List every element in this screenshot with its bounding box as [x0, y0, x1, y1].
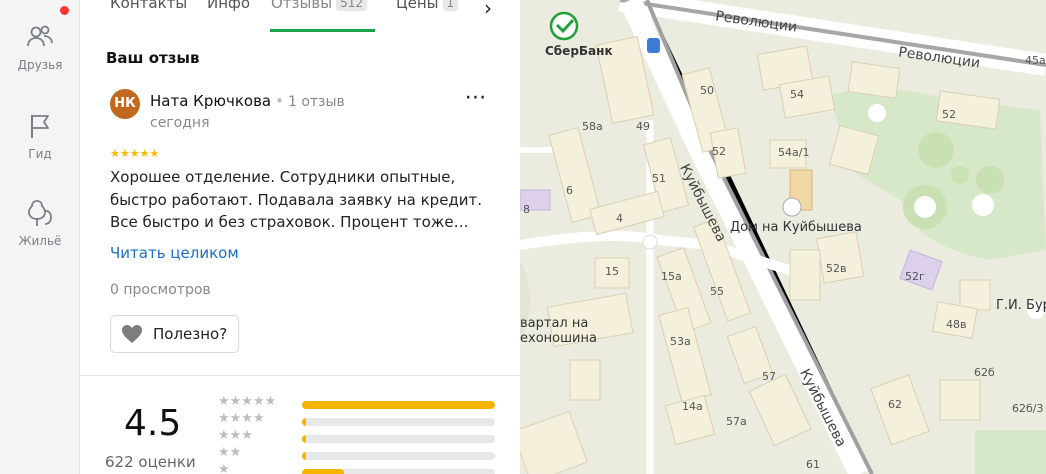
distribution-stars: ★★★★★: [218, 394, 277, 409]
distribution-row: ★★★★: [218, 411, 498, 429]
rail-item-friends[interactable]: Друзья: [0, 22, 80, 72]
house-number: 8: [523, 203, 530, 216]
tab-count: 1: [442, 0, 459, 11]
house-number: 57: [762, 370, 776, 383]
house-number: 61: [806, 458, 820, 471]
poi-label: вартал на: [520, 316, 589, 331]
distribution-stars: ★: [218, 462, 230, 474]
tab-label: Инфо: [207, 0, 251, 12]
house-number: 15а: [661, 270, 682, 283]
divider: [80, 375, 520, 376]
tab-label: Контакты: [110, 0, 188, 12]
distribution-fill: [302, 401, 495, 409]
distribution-track: [302, 452, 495, 460]
rail-item-guide[interactable]: Гид: [0, 111, 80, 161]
distribution-row: ★★★: [218, 428, 498, 446]
map-view[interactable]: СберБанк Революции Революции Куйбышева К…: [520, 0, 1046, 474]
left-rail: Друзья Гид Жильё: [0, 0, 80, 474]
rail-item-housing[interactable]: Жильё: [0, 198, 80, 248]
house-number: 52: [942, 108, 956, 121]
distribution-track: [302, 401, 495, 409]
distribution-fill: [302, 435, 306, 443]
avatar[interactable]: НК: [110, 89, 140, 119]
house-number: 15: [605, 265, 619, 278]
friends-icon: [27, 25, 53, 47]
house-number: 62: [888, 398, 902, 411]
bank-label[interactable]: СберБанк: [545, 44, 613, 58]
tab-contacts[interactable]: Контакты: [110, 0, 187, 12]
notification-dot: [60, 6, 69, 15]
house-number: 54: [790, 88, 804, 101]
house-number: 49: [636, 120, 650, 133]
distribution-row: ★★: [218, 445, 498, 463]
distribution-fill: [302, 469, 345, 474]
house-number: 55: [710, 285, 724, 298]
house-number: 52в: [826, 262, 847, 275]
distribution-stars: ★★★★: [218, 411, 265, 426]
useful-button[interactable]: Полезно?: [110, 315, 239, 353]
distribution-row: ★: [218, 462, 498, 474]
tab-label: Отзывы: [271, 0, 333, 12]
author-review-count: 1 отзыв: [287, 94, 345, 110]
distribution-track: [302, 469, 495, 474]
read-more-link[interactable]: Читать целиком: [110, 244, 239, 262]
reviews-panel: Контакты Инфо Отзывы 512 Цены 1 › Ваш отзы…: [80, 0, 520, 474]
distribution-fill: [302, 452, 306, 460]
rail-item-label: Друзья: [17, 58, 63, 72]
house-number: 57а: [726, 415, 747, 428]
map-canvas: [520, 0, 1046, 474]
rating-value: 4.5: [124, 403, 182, 444]
distribution-track: [302, 435, 495, 443]
house-number: 50: [700, 84, 714, 97]
house-number: 62б: [974, 366, 995, 379]
rating-count: 622 оценки: [105, 453, 196, 471]
house-number: 52: [712, 145, 726, 158]
distribution-fill: [302, 418, 306, 426]
house-number: 58а: [582, 120, 603, 133]
house-number: 54а/1: [778, 146, 810, 159]
poi-label[interactable]: Дом на Куйбышева: [730, 220, 862, 235]
house-number: 6: [566, 184, 573, 197]
chevron-right-icon[interactable]: ›: [484, 0, 492, 20]
house-number: 52г: [905, 270, 925, 283]
rail-item-label: Жильё: [18, 234, 62, 248]
flag-icon: [31, 115, 49, 138]
rail-item-label: Гид: [28, 147, 52, 161]
more-options-icon[interactable]: ⋯: [462, 87, 490, 115]
useful-label: Полезно?: [153, 325, 228, 343]
tab-info[interactable]: Инфо: [207, 0, 250, 12]
distribution-stars: ★★: [218, 445, 242, 460]
review-text: Хорошее отделение. Сотрудники опытные, б…: [110, 168, 483, 231]
tab-reviews[interactable]: Отзывы 512: [271, 0, 367, 12]
house-number: 48в: [946, 318, 967, 331]
tab-label: Цены: [396, 0, 439, 12]
distribution-row: ★★★★★: [218, 394, 498, 412]
distribution-stars: ★★★: [218, 428, 253, 443]
tab-prices[interactable]: Цены 1: [396, 0, 459, 12]
tab-count: 512: [336, 0, 367, 11]
house-number: 14а: [682, 400, 703, 413]
review-author: Ната Крючкова • 1 отзыв: [150, 92, 345, 110]
house-number: 53а: [670, 335, 691, 348]
house-number: 45а: [1025, 54, 1046, 67]
tab-bar: Контакты Инфо Отзывы 512 Цены 1 ›: [80, 0, 520, 32]
separator-dot: •: [275, 92, 284, 110]
poi-label[interactable]: Г.И. Бур: [996, 298, 1046, 313]
active-tab-indicator: [270, 29, 375, 32]
house-number: 4: [616, 212, 623, 225]
section-title: Ваш отзыв: [106, 49, 200, 67]
housing-icon: [28, 200, 52, 226]
review-stars: ★★★★★: [110, 147, 160, 160]
review-views: 0 просмотров: [110, 282, 211, 298]
review-date: сегодня: [150, 115, 210, 131]
house-number: 51: [652, 172, 666, 185]
author-name[interactable]: Ната Крючкова: [150, 92, 271, 110]
house-number: 62б/3: [1012, 402, 1044, 415]
poi-label: ехоношина: [520, 331, 597, 346]
heart-icon: [122, 325, 142, 343]
distribution-track: [302, 418, 495, 426]
